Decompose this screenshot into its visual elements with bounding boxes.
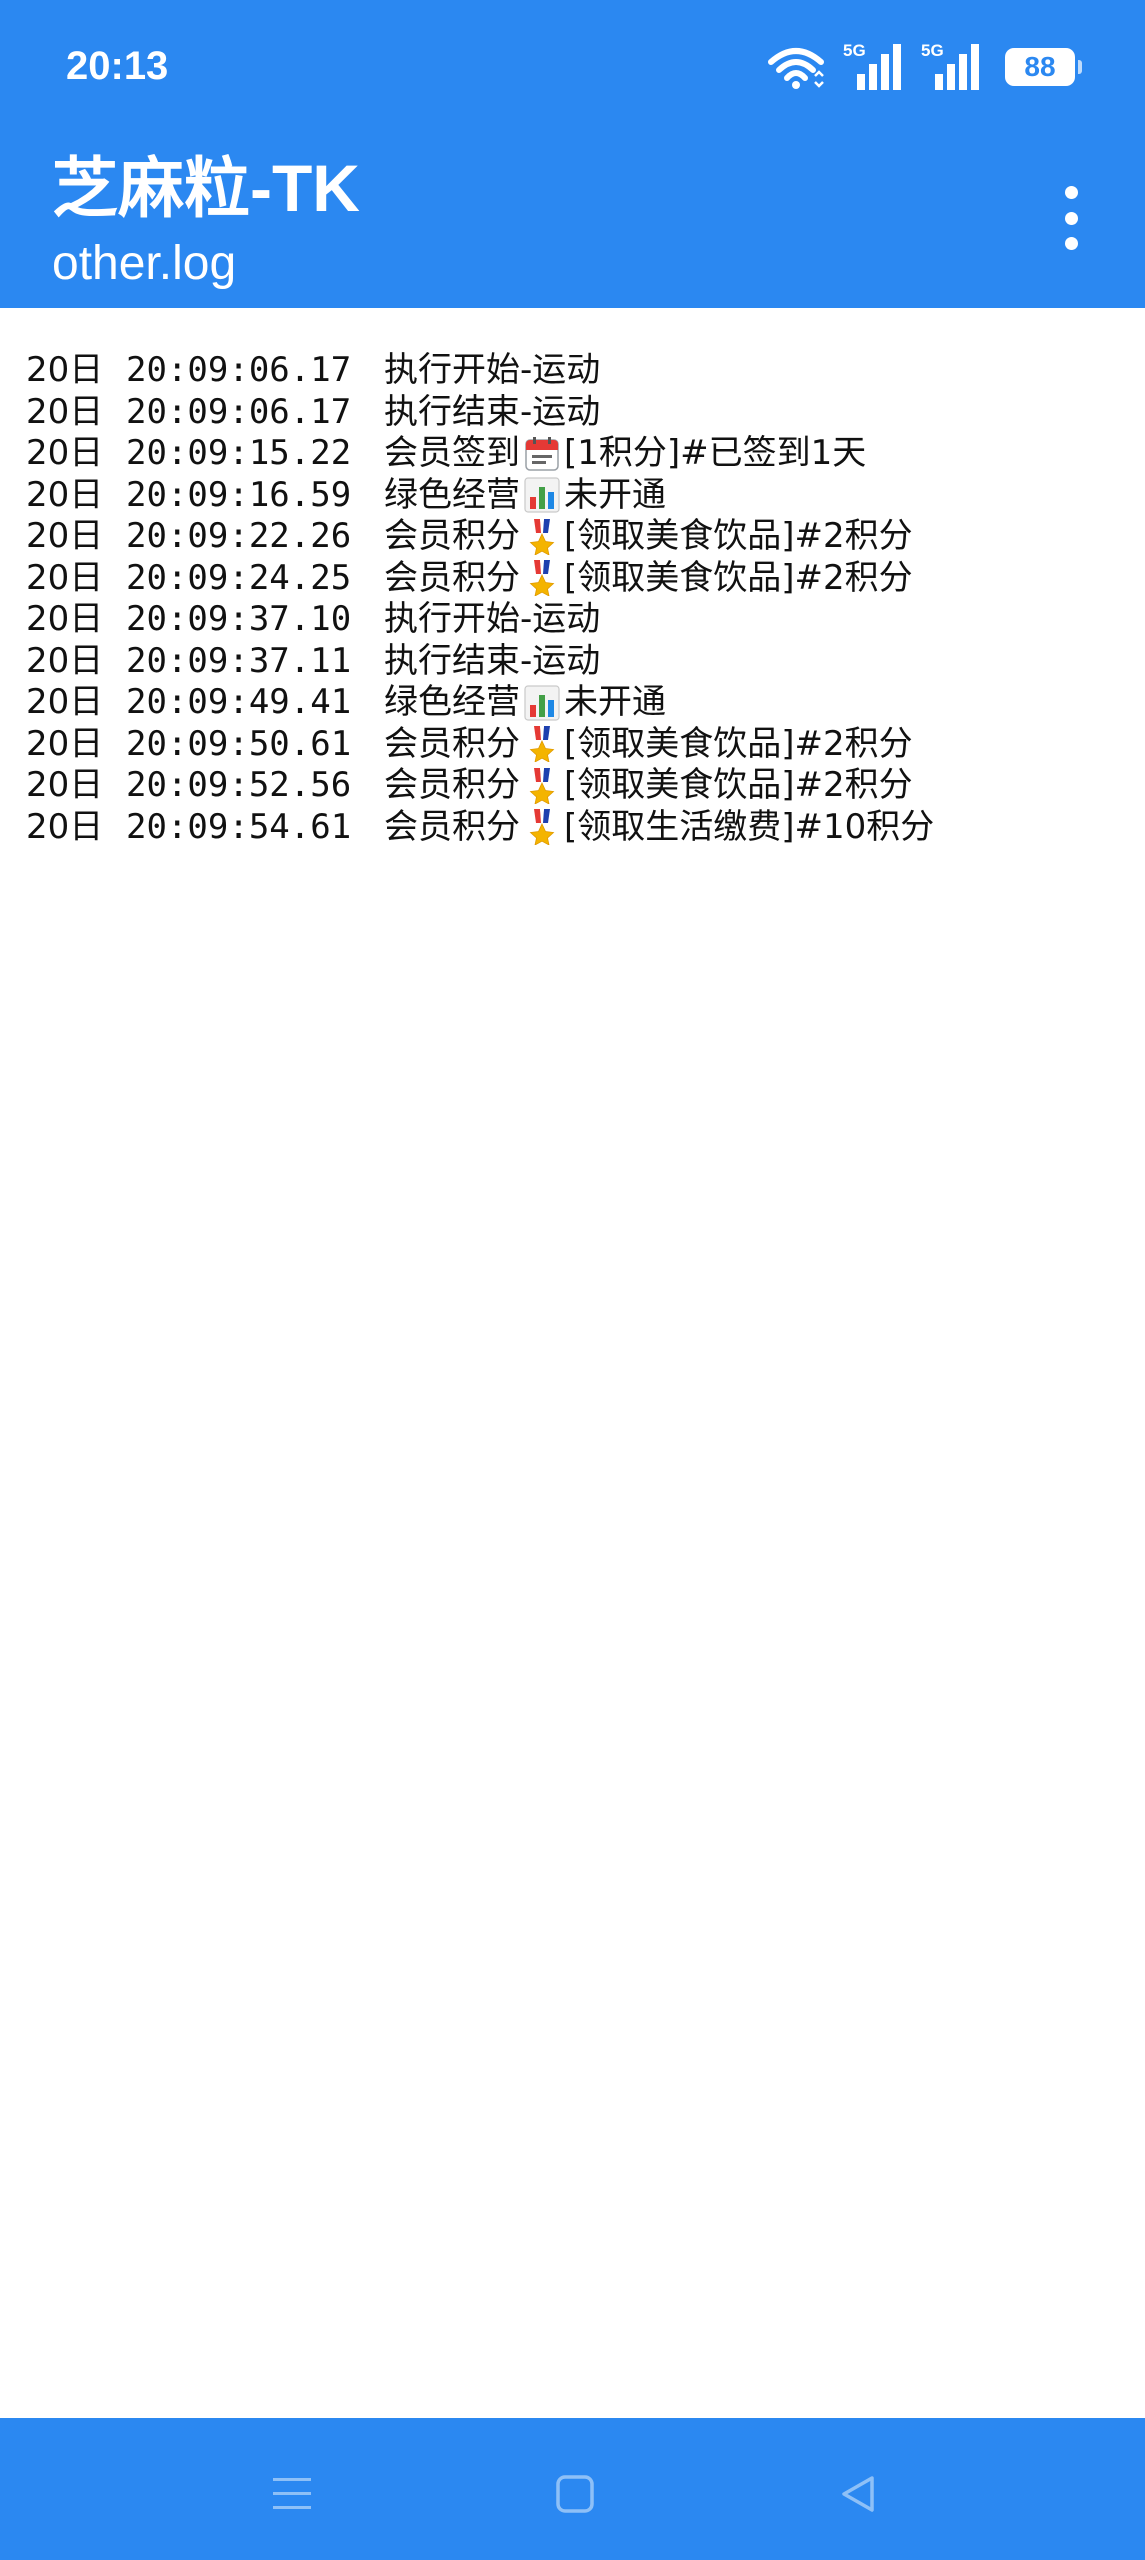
log-message-text: 执行结束-运动 bbox=[384, 640, 601, 681]
log-time: 20:09:16.59 bbox=[126, 474, 352, 515]
log-time: 20:09:50.61 bbox=[126, 723, 352, 764]
log-message-text: 会员积分 bbox=[384, 516, 520, 556]
log-message: 会员积分 [领取美食饮品]#2积分 bbox=[384, 558, 913, 600]
log-day: 20日 bbox=[26, 557, 104, 598]
status-time: 20:13 bbox=[66, 44, 169, 88]
log-line: 20日 20:09:16.59 绿色经营 未开通 bbox=[26, 475, 1126, 517]
home-icon[interactable] bbox=[545, 2464, 605, 2524]
log-message-text: 会员积分 bbox=[384, 557, 520, 598]
log-message-text: 执行开始-运动 bbox=[384, 350, 601, 390]
log-message-text: 执行开始-运动 bbox=[384, 599, 601, 639]
log-day: 20日 bbox=[26, 516, 104, 556]
battery-level: 88 bbox=[1024, 51, 1056, 82]
log-line: 20日 20:09:24.25 会员积分 [领取美食饮品]#2积分 bbox=[26, 558, 1126, 600]
back-icon[interactable] bbox=[828, 2464, 888, 2524]
log-day: 20日 bbox=[26, 599, 104, 639]
app-title: 芝麻粒-TK bbox=[52, 151, 360, 225]
log-message: 会员积分 [领取美食饮品]#2积分 bbox=[384, 765, 913, 807]
log-message: 绿色经营 未开通 bbox=[384, 475, 666, 517]
medal-icon bbox=[524, 726, 560, 763]
log-message-detail: [领取美食饮品]#2积分 bbox=[564, 557, 913, 598]
log-time: 20:09:06.17 bbox=[126, 391, 352, 432]
log-message-detail: [领取美食饮品]#2积分 bbox=[564, 723, 913, 764]
log-day: 20日 bbox=[26, 682, 104, 722]
log-day: 20日 bbox=[26, 723, 104, 764]
log-time: 20:09:15.22 bbox=[126, 433, 352, 473]
app-header: 20:13 5G 5G 88 芝麻粒-TK other.log bbox=[0, 0, 1145, 308]
log-day: 20日 bbox=[26, 433, 104, 473]
medal-icon bbox=[524, 518, 560, 555]
log-line: 20日 20:09:50.61 会员积分 [领取美食饮品]#2积分 bbox=[26, 724, 1126, 766]
navigation-bar bbox=[0, 2418, 1145, 2560]
more-vert-icon[interactable] bbox=[1049, 186, 1093, 250]
log-line: 20日 20:09:22.26 会员积分 [领取美食饮品]#2积分 bbox=[26, 516, 1126, 558]
log-message-detail: [1积分]#已签到1天 bbox=[564, 433, 867, 473]
log-time: 20:09:49.41 bbox=[126, 682, 352, 722]
log-time: 20:09:54.61 bbox=[126, 806, 352, 847]
log-day: 20日 bbox=[26, 350, 104, 390]
log-message: 会员签到 [1积分]#已签到1天 bbox=[384, 433, 866, 475]
battery-icon: 88 bbox=[1005, 48, 1082, 86]
log-message-detail: 未开通 bbox=[564, 474, 666, 515]
app-screen: 20:13 5G 5G 88 芝麻粒-TK other.log 20日 20:0… bbox=[0, 0, 1145, 2560]
log-line: 20日 20:09:54.61 会员积分 [领取生活缴费]#10积分 bbox=[26, 807, 1126, 849]
log-day: 20日 bbox=[26, 765, 104, 805]
log-message-detail: [领取美食饮品]#2积分 bbox=[564, 516, 913, 556]
log-time: 20:09:22.26 bbox=[126, 516, 352, 556]
medal-icon bbox=[524, 809, 560, 846]
log-time: 20:09:37.10 bbox=[126, 599, 352, 639]
log-message-text: 会员积分 bbox=[384, 806, 520, 847]
log-message: 执行开始-运动 bbox=[384, 599, 600, 641]
log-message-detail: [领取美食饮品]#2积分 bbox=[564, 765, 913, 805]
log-message-text: 绿色经营 bbox=[384, 474, 520, 515]
log-message: 会员积分 [领取美食饮品]#2积分 bbox=[384, 724, 913, 766]
log-message: 执行结束-运动 bbox=[384, 641, 600, 683]
log-message: 绿色经营 未开通 bbox=[384, 682, 666, 724]
log-day: 20日 bbox=[26, 640, 104, 681]
log-message: 执行开始-运动 bbox=[384, 350, 600, 392]
medal-icon bbox=[524, 767, 560, 804]
signal-icon: 5G bbox=[921, 42, 981, 90]
log-message: 执行结束-运动 bbox=[384, 392, 600, 434]
menu-icon[interactable] bbox=[262, 2464, 322, 2524]
calendar-icon bbox=[524, 436, 560, 472]
log-line: 20日 20:09:06.17 执行开始-运动 bbox=[26, 350, 1126, 392]
log-message: 会员积分 [领取生活缴费]#10积分 bbox=[384, 807, 934, 849]
log-line: 20日 20:09:37.11 执行结束-运动 bbox=[26, 641, 1126, 683]
log-message-detail: 未开通 bbox=[564, 682, 666, 722]
log-list[interactable]: 20日 20:09:06.17 执行开始-运动 20日 20:09:06.17 执行结束-… bbox=[26, 350, 1126, 848]
log-file-name: other.log bbox=[52, 237, 237, 290]
log-time: 20:09:52.56 bbox=[126, 765, 352, 805]
log-message-detail: [领取生活缴费]#10积分 bbox=[564, 806, 935, 847]
log-day: 20日 bbox=[26, 474, 104, 515]
log-time: 20:09:37.11 bbox=[126, 640, 352, 681]
log-day: 20日 bbox=[26, 806, 104, 847]
log-message: 会员积分 [领取美食饮品]#2积分 bbox=[384, 516, 913, 558]
log-time: 20:09:24.25 bbox=[126, 557, 352, 598]
log-message-text: 会员积分 bbox=[384, 765, 520, 805]
wifi-icon bbox=[767, 46, 825, 90]
log-line: 20日 20:09:06.17 执行结束-运动 bbox=[26, 392, 1126, 434]
log-message-text: 会员签到 bbox=[384, 433, 520, 473]
log-line: 20日 20:09:37.10 执行开始-运动 bbox=[26, 599, 1126, 641]
medal-icon bbox=[524, 560, 560, 597]
log-time: 20:09:06.17 bbox=[126, 350, 352, 390]
status-icons: 5G 5G 88 bbox=[767, 42, 1082, 90]
log-message-text: 绿色经营 bbox=[384, 682, 520, 722]
log-line: 20日 20:09:52.56 会员积分 [领取美食饮品]#2积分 bbox=[26, 765, 1126, 807]
bar-chart-icon bbox=[524, 685, 560, 721]
bar-chart-icon bbox=[524, 477, 560, 513]
log-line: 20日 20:09:15.22 会员签到 [1积分]#已签到1天 bbox=[26, 433, 1126, 475]
log-message-text: 会员积分 bbox=[384, 723, 520, 764]
log-line: 20日 20:09:49.41 绿色经营 未开通 bbox=[26, 682, 1126, 724]
log-message-text: 执行结束-运动 bbox=[384, 391, 601, 432]
signal-icon: 5G bbox=[843, 42, 903, 90]
log-day: 20日 bbox=[26, 391, 104, 432]
